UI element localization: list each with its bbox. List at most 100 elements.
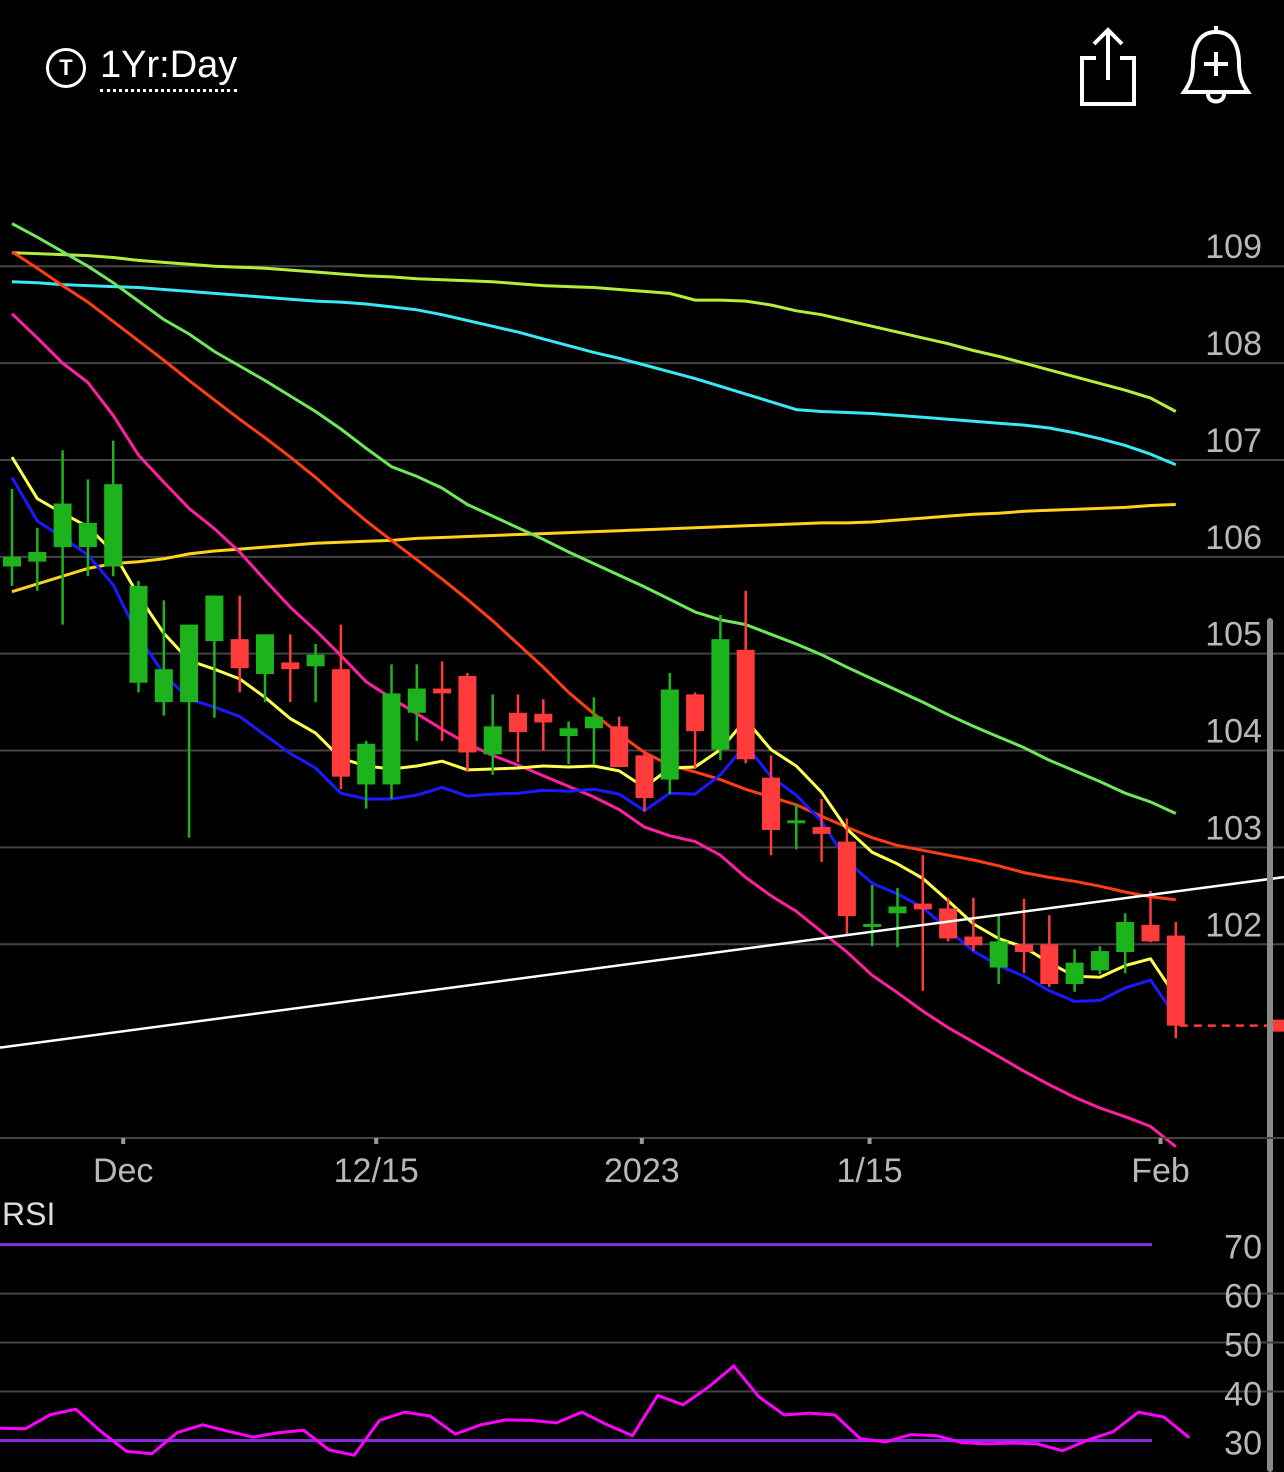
- timeframe-icon: T: [46, 48, 86, 88]
- timeframe-label: 1Yr:Day: [100, 44, 238, 92]
- candle-body: [306, 654, 325, 667]
- candle-body: [154, 669, 173, 703]
- candle-body: [534, 713, 553, 723]
- bell-plus-icon: [1180, 26, 1252, 104]
- candle-body: [357, 743, 376, 785]
- x-tick-label: 12/15: [334, 1152, 419, 1190]
- candle-body: [736, 649, 755, 760]
- candle: [1065, 949, 1084, 992]
- candle-body: [331, 669, 350, 777]
- top-bar: T 1Yr:Day: [0, 0, 1284, 130]
- candle: [635, 750, 654, 812]
- candle-body: [1116, 921, 1135, 953]
- candle: [129, 581, 148, 693]
- rsi-tick-label: 30: [1224, 1425, 1262, 1463]
- candle: [559, 721, 578, 765]
- x-tick-label: 1/15: [836, 1152, 902, 1190]
- candle-body: [635, 755, 654, 799]
- candle: [989, 916, 1008, 984]
- price-tick-label: 104: [1205, 713, 1262, 751]
- candle-body: [913, 903, 932, 910]
- candle: [433, 661, 452, 741]
- candle-body: [989, 941, 1008, 968]
- candle: [711, 614, 730, 761]
- candle: [154, 600, 173, 716]
- rsi-tick-label: 70: [1224, 1229, 1262, 1267]
- scrollbar: [1267, 618, 1273, 1472]
- candle-body: [584, 716, 603, 729]
- candle-body: [1040, 944, 1059, 984]
- price-tick-label: 103: [1205, 809, 1262, 847]
- candle-body: [180, 624, 199, 703]
- candle: [458, 673, 477, 772]
- candle: [964, 897, 983, 952]
- candle-body: [382, 693, 401, 785]
- timeframe-selector[interactable]: T 1Yr:Day: [46, 40, 238, 96]
- price-tick-label: 105: [1205, 616, 1262, 654]
- candle-body: [559, 728, 578, 737]
- candle-body: [509, 712, 527, 733]
- candle-body: [964, 936, 983, 946]
- candle-body: [863, 923, 882, 927]
- price-tick-label: 106: [1205, 519, 1262, 557]
- price-chart[interactable]: 109 108 107 106 105 104 103 102 Dec 12/15 2023 1/15…: [0, 130, 1284, 1472]
- price-tick-label: 102: [1205, 906, 1262, 944]
- candle: [382, 664, 401, 799]
- candle: [180, 624, 199, 838]
- candle-body: [711, 639, 730, 750]
- share-button[interactable]: [1074, 24, 1144, 110]
- alert-button[interactable]: [1178, 24, 1252, 110]
- candle: [863, 885, 882, 947]
- last-price-marker: [1272, 1019, 1284, 1032]
- candle-body: [762, 777, 780, 830]
- candle: [205, 595, 224, 718]
- x-tick-label: Dec: [93, 1152, 153, 1190]
- candle-body: [787, 820, 806, 824]
- candle: [686, 692, 705, 768]
- candle: [1040, 915, 1059, 987]
- candle: [1166, 921, 1185, 1039]
- candle-body: [281, 662, 300, 670]
- candle: [610, 716, 629, 768]
- candle-body: [1065, 962, 1084, 984]
- candle-body: [230, 639, 249, 669]
- candle-body: [205, 595, 224, 642]
- rsi-tick-label: 40: [1224, 1376, 1262, 1414]
- candle-body: [104, 484, 123, 567]
- candle-body: [458, 675, 477, 753]
- rsi-label: RSI: [2, 1196, 56, 1232]
- candle-body: [256, 634, 274, 675]
- candle-body: [129, 585, 148, 683]
- candle-body: [433, 688, 452, 694]
- candle-body: [1015, 944, 1033, 953]
- moving-average-line: [11, 250, 1176, 902]
- candle-body: [407, 688, 426, 713]
- candle: [53, 450, 72, 625]
- moving-average-line: [11, 503, 1176, 594]
- candle-body: [888, 906, 907, 914]
- candle-body: [837, 841, 856, 917]
- candle-body: [78, 522, 97, 548]
- candle-body: [1141, 924, 1160, 942]
- candle: [509, 694, 527, 763]
- candle-body: [610, 726, 629, 768]
- x-tick-label: 2023: [604, 1152, 680, 1190]
- candle: [483, 694, 502, 775]
- candle-body: [1090, 951, 1109, 971]
- candle: [534, 699, 553, 751]
- candle-body: [53, 503, 72, 548]
- candle: [787, 803, 806, 850]
- candle: [812, 798, 831, 862]
- candle: [1090, 946, 1109, 975]
- candle: [939, 897, 958, 942]
- rsi-tick-label: 50: [1224, 1327, 1262, 1365]
- candle: [407, 664, 426, 741]
- x-tick-label: Feb: [1131, 1152, 1190, 1190]
- rsi-tick-label: 60: [1224, 1278, 1262, 1316]
- candle: [736, 590, 755, 764]
- price-tick-label: 109: [1205, 228, 1262, 266]
- share-icon: [1080, 27, 1136, 106]
- candle: [281, 634, 300, 703]
- candle-body: [28, 551, 47, 562]
- candle-body: [660, 689, 679, 780]
